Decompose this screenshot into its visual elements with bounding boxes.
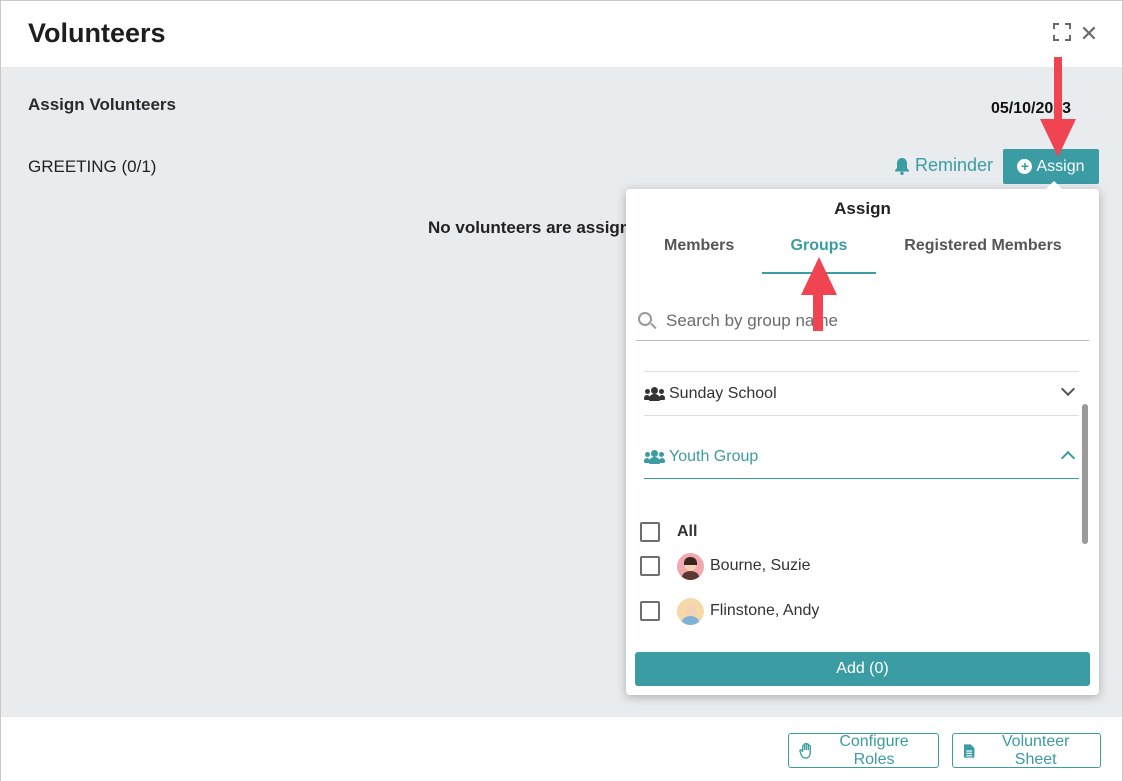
section-title: Assign Volunteers bbox=[28, 95, 176, 114]
group-item-youth-group[interactable]: Youth Group bbox=[644, 435, 1079, 479]
group-name: Sunday School bbox=[669, 384, 777, 402]
tab-registered-members[interactable]: Registered Members bbox=[904, 237, 1062, 255]
add-button[interactable]: Add (0) bbox=[635, 652, 1090, 686]
dialog-title: Volunteers bbox=[28, 18, 166, 48]
users-icon bbox=[644, 386, 665, 401]
dialog-header: Volunteers ✕ bbox=[1, 1, 1122, 67]
expand-icon[interactable] bbox=[1051, 23, 1073, 45]
assign-popover: Assign Members Groups Registered Members… bbox=[626, 181, 1099, 695]
search-icon bbox=[636, 310, 658, 332]
popover-title: Assign bbox=[834, 199, 891, 218]
reminder-label: Reminder bbox=[915, 155, 994, 175]
group-name: Youth Group bbox=[669, 447, 759, 465]
hand-icon bbox=[799, 742, 811, 759]
expand-icon-glyph bbox=[1053, 23, 1071, 41]
bell-icon bbox=[895, 157, 909, 175]
empty-message: No volunteers are assigned bbox=[428, 218, 628, 237]
checkbox[interactable] bbox=[640, 601, 660, 621]
assign-label: Assign bbox=[1036, 157, 1085, 175]
tab-groups[interactable]: Groups bbox=[762, 237, 876, 274]
role-label: GREETING (0/1) bbox=[28, 157, 157, 176]
member-name: Flinstone, Andy bbox=[710, 602, 820, 619]
event-date: 05/10/2023 bbox=[991, 100, 1072, 117]
list-item-all: All bbox=[640, 517, 697, 547]
checkbox[interactable] bbox=[640, 556, 660, 576]
volunteer-sheet-label: Volunteer Sheet bbox=[1001, 732, 1070, 768]
dialog-footer: Configure Roles Volunteer Sheet bbox=[1, 717, 1122, 781]
checkbox[interactable] bbox=[640, 522, 660, 542]
avatar bbox=[677, 597, 704, 625]
configure-roles-button[interactable]: Configure Roles bbox=[788, 733, 939, 768]
group-item-sunday-school[interactable]: Sunday School bbox=[644, 372, 1079, 416]
tab-members[interactable]: Members bbox=[664, 237, 734, 255]
plus-circle-icon: + bbox=[1017, 159, 1033, 174]
volunteers-dialog: Volunteers ✕ Assign Volunteers 05/10/202… bbox=[0, 0, 1123, 781]
list-item: Flinstone, Andy bbox=[640, 596, 819, 626]
configure-roles-label: Configure Roles bbox=[839, 732, 909, 768]
close-icon[interactable]: ✕ bbox=[1078, 23, 1100, 45]
assign-button[interactable]: + Assign bbox=[1003, 149, 1099, 184]
document-icon bbox=[963, 743, 975, 758]
list-item: Bourne, Suzie bbox=[640, 551, 811, 581]
member-name: Bourne, Suzie bbox=[710, 557, 811, 574]
chevron-down-icon[interactable] bbox=[1060, 381, 1076, 397]
avatar bbox=[677, 552, 704, 580]
users-icon bbox=[644, 449, 665, 464]
reminder-button[interactable]: Reminder bbox=[894, 155, 993, 176]
group-search bbox=[636, 301, 1089, 341]
volunteer-sheet-button[interactable]: Volunteer Sheet bbox=[952, 733, 1101, 768]
member-label: All bbox=[677, 523, 698, 540]
scrollbar[interactable] bbox=[1082, 404, 1088, 544]
search-input[interactable] bbox=[666, 310, 1089, 331]
chevron-up-icon[interactable] bbox=[1060, 450, 1076, 466]
